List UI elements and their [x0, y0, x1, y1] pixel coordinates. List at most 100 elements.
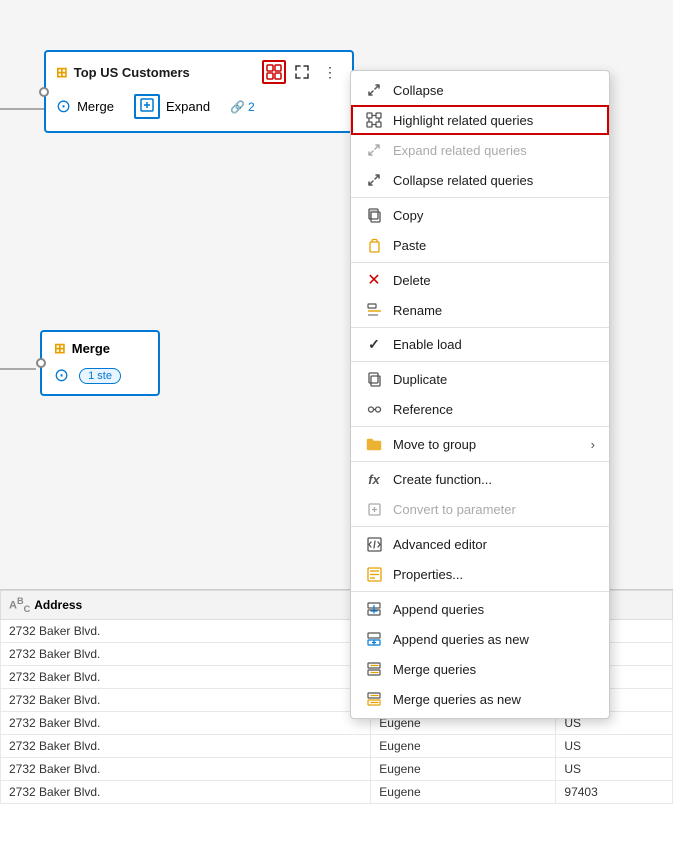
menu-item-merge-queries-new[interactable]: Merge queries as new: [351, 684, 609, 714]
separator-6: [351, 461, 609, 462]
merge-queries-icon: [365, 660, 383, 678]
menu-item-expand-related: Expand related queries: [351, 135, 609, 165]
expand-label: Expand: [166, 99, 210, 114]
col-header-address: ABC Address ▼: [1, 591, 371, 620]
collapse-icon: [365, 81, 383, 99]
merge-toggle-icon: ⊙: [54, 365, 69, 386]
merge-queries-new-label: Merge queries as new: [393, 692, 521, 707]
duplicate-icon: [365, 370, 383, 388]
highlight-button[interactable]: [262, 60, 286, 84]
menu-item-merge-queries[interactable]: Merge queries: [351, 654, 609, 684]
move-to-group-label: Move to group: [393, 437, 476, 452]
menu-item-advanced-editor[interactable]: Advanced editor: [351, 529, 609, 559]
step-badge: 1 ste: [79, 368, 121, 384]
menu-item-convert-param: Convert to parameter: [351, 494, 609, 524]
merge-card-body: ⊙ 1 ste: [54, 365, 146, 386]
separator-4: [351, 361, 609, 362]
address-col-label: Address: [34, 598, 82, 612]
merge-section: ⊙ Merge: [56, 96, 114, 117]
menu-item-rename[interactable]: Rename: [351, 295, 609, 325]
link-count-text: 2: [248, 100, 255, 114]
separator-8: [351, 591, 609, 592]
menu-item-collapse-related[interactable]: Collapse related queries: [351, 165, 609, 195]
menu-item-highlight-related[interactable]: Highlight related queries: [351, 105, 609, 135]
menu-item-append-queries-new[interactable]: Append queries as new: [351, 624, 609, 654]
table-icon: ⊞: [56, 64, 68, 81]
properties-label: Properties...: [393, 567, 463, 582]
card-actions: ⋮: [262, 60, 342, 84]
append-queries-icon: [365, 600, 383, 618]
menu-item-delete[interactable]: ✕ Delete: [351, 265, 609, 295]
highlight-related-icon: [365, 111, 383, 129]
cell-address: 2732 Baker Blvd.: [1, 619, 371, 642]
expand-related-label: Expand related queries: [393, 143, 527, 158]
cell-extra: US: [556, 757, 673, 780]
more-icon: ⋮: [323, 64, 337, 81]
duplicate-label: Duplicate: [393, 372, 447, 387]
cell-address: 2732 Baker Blvd.: [1, 711, 371, 734]
menu-item-properties[interactable]: Properties...: [351, 559, 609, 589]
menu-item-move-to-group[interactable]: Move to group ›: [351, 429, 609, 459]
cell-extra: 97403: [556, 780, 673, 803]
folder-icon: [365, 435, 383, 453]
append-queries-label: Append queries: [393, 602, 484, 617]
delete-icon: ✕: [365, 271, 383, 289]
merge-card-title: Merge: [72, 341, 110, 356]
top-us-customers-card: ⊞ Top US Customers: [44, 50, 354, 133]
expand-icon-box: [134, 94, 160, 119]
menu-item-create-function[interactable]: fx Create function...: [351, 464, 609, 494]
rename-label: Rename: [393, 303, 442, 318]
link-count: 🔗 2: [230, 100, 255, 114]
card-body: ⊙ Merge Expand 🔗 2: [56, 90, 342, 123]
menu-item-copy[interactable]: Copy: [351, 200, 609, 230]
table-row: 2732 Baker Blvd. Eugene US: [1, 734, 673, 757]
menu-item-paste[interactable]: Paste: [351, 230, 609, 260]
merge-left-dot: [36, 358, 46, 368]
connector-line-left: [0, 108, 44, 110]
merge-connector-line: [0, 368, 36, 370]
card-title-text: Top US Customers: [74, 65, 190, 80]
separator-5: [351, 426, 609, 427]
append-queries-new-label: Append queries as new: [393, 632, 529, 647]
expand-section: Expand: [134, 94, 210, 119]
convert-param-icon: [365, 500, 383, 518]
create-function-label: Create function...: [393, 472, 492, 487]
copy-label: Copy: [393, 208, 423, 223]
table-row: 2732 Baker Blvd. Eugene 97403: [1, 780, 673, 803]
merge-queries-label: Merge queries: [393, 662, 476, 677]
collapse-related-label: Collapse related queries: [393, 173, 533, 188]
reference-icon: [365, 400, 383, 418]
cell-extra: US: [556, 734, 673, 757]
separator-1: [351, 197, 609, 198]
separator-7: [351, 526, 609, 527]
chevron-right-icon: ›: [591, 437, 595, 452]
advanced-editor-icon: [365, 535, 383, 553]
menu-item-append-queries[interactable]: Append queries: [351, 594, 609, 624]
enable-load-label: Enable load: [393, 337, 462, 352]
paste-icon: [365, 236, 383, 254]
table-row: 2732 Baker Blvd. Eugene US: [1, 757, 673, 780]
collapse-expand-button[interactable]: [290, 60, 314, 84]
menu-item-collapse[interactable]: Collapse: [351, 75, 609, 105]
highlight-related-label: Highlight related queries: [393, 113, 533, 128]
card-header: ⊞ Top US Customers: [56, 60, 342, 84]
merge-table-icon: ⊞: [54, 340, 66, 357]
merge-label: Merge: [77, 99, 114, 114]
menu-item-reference[interactable]: Reference: [351, 394, 609, 424]
expand-related-icon: [365, 141, 383, 159]
connector-dot: [39, 87, 49, 97]
toggle-icon: ⊙: [56, 96, 71, 117]
menu-item-enable-load[interactable]: ✓ Enable load: [351, 330, 609, 359]
properties-icon: [365, 565, 383, 583]
more-button[interactable]: ⋮: [318, 60, 342, 84]
address-type: ABC: [9, 596, 30, 614]
cell-city: Eugene: [371, 757, 556, 780]
separator-2: [351, 262, 609, 263]
context-menu: Collapse Highlight related queries Expan…: [350, 70, 610, 719]
cell-address: 2732 Baker Blvd.: [1, 642, 371, 665]
merge-card: ⊞ Merge ⊙ 1 ste: [40, 330, 160, 396]
cell-address: 2732 Baker Blvd.: [1, 665, 371, 688]
cell-address: 2732 Baker Blvd.: [1, 757, 371, 780]
copy-icon: [365, 206, 383, 224]
menu-item-duplicate[interactable]: Duplicate: [351, 364, 609, 394]
